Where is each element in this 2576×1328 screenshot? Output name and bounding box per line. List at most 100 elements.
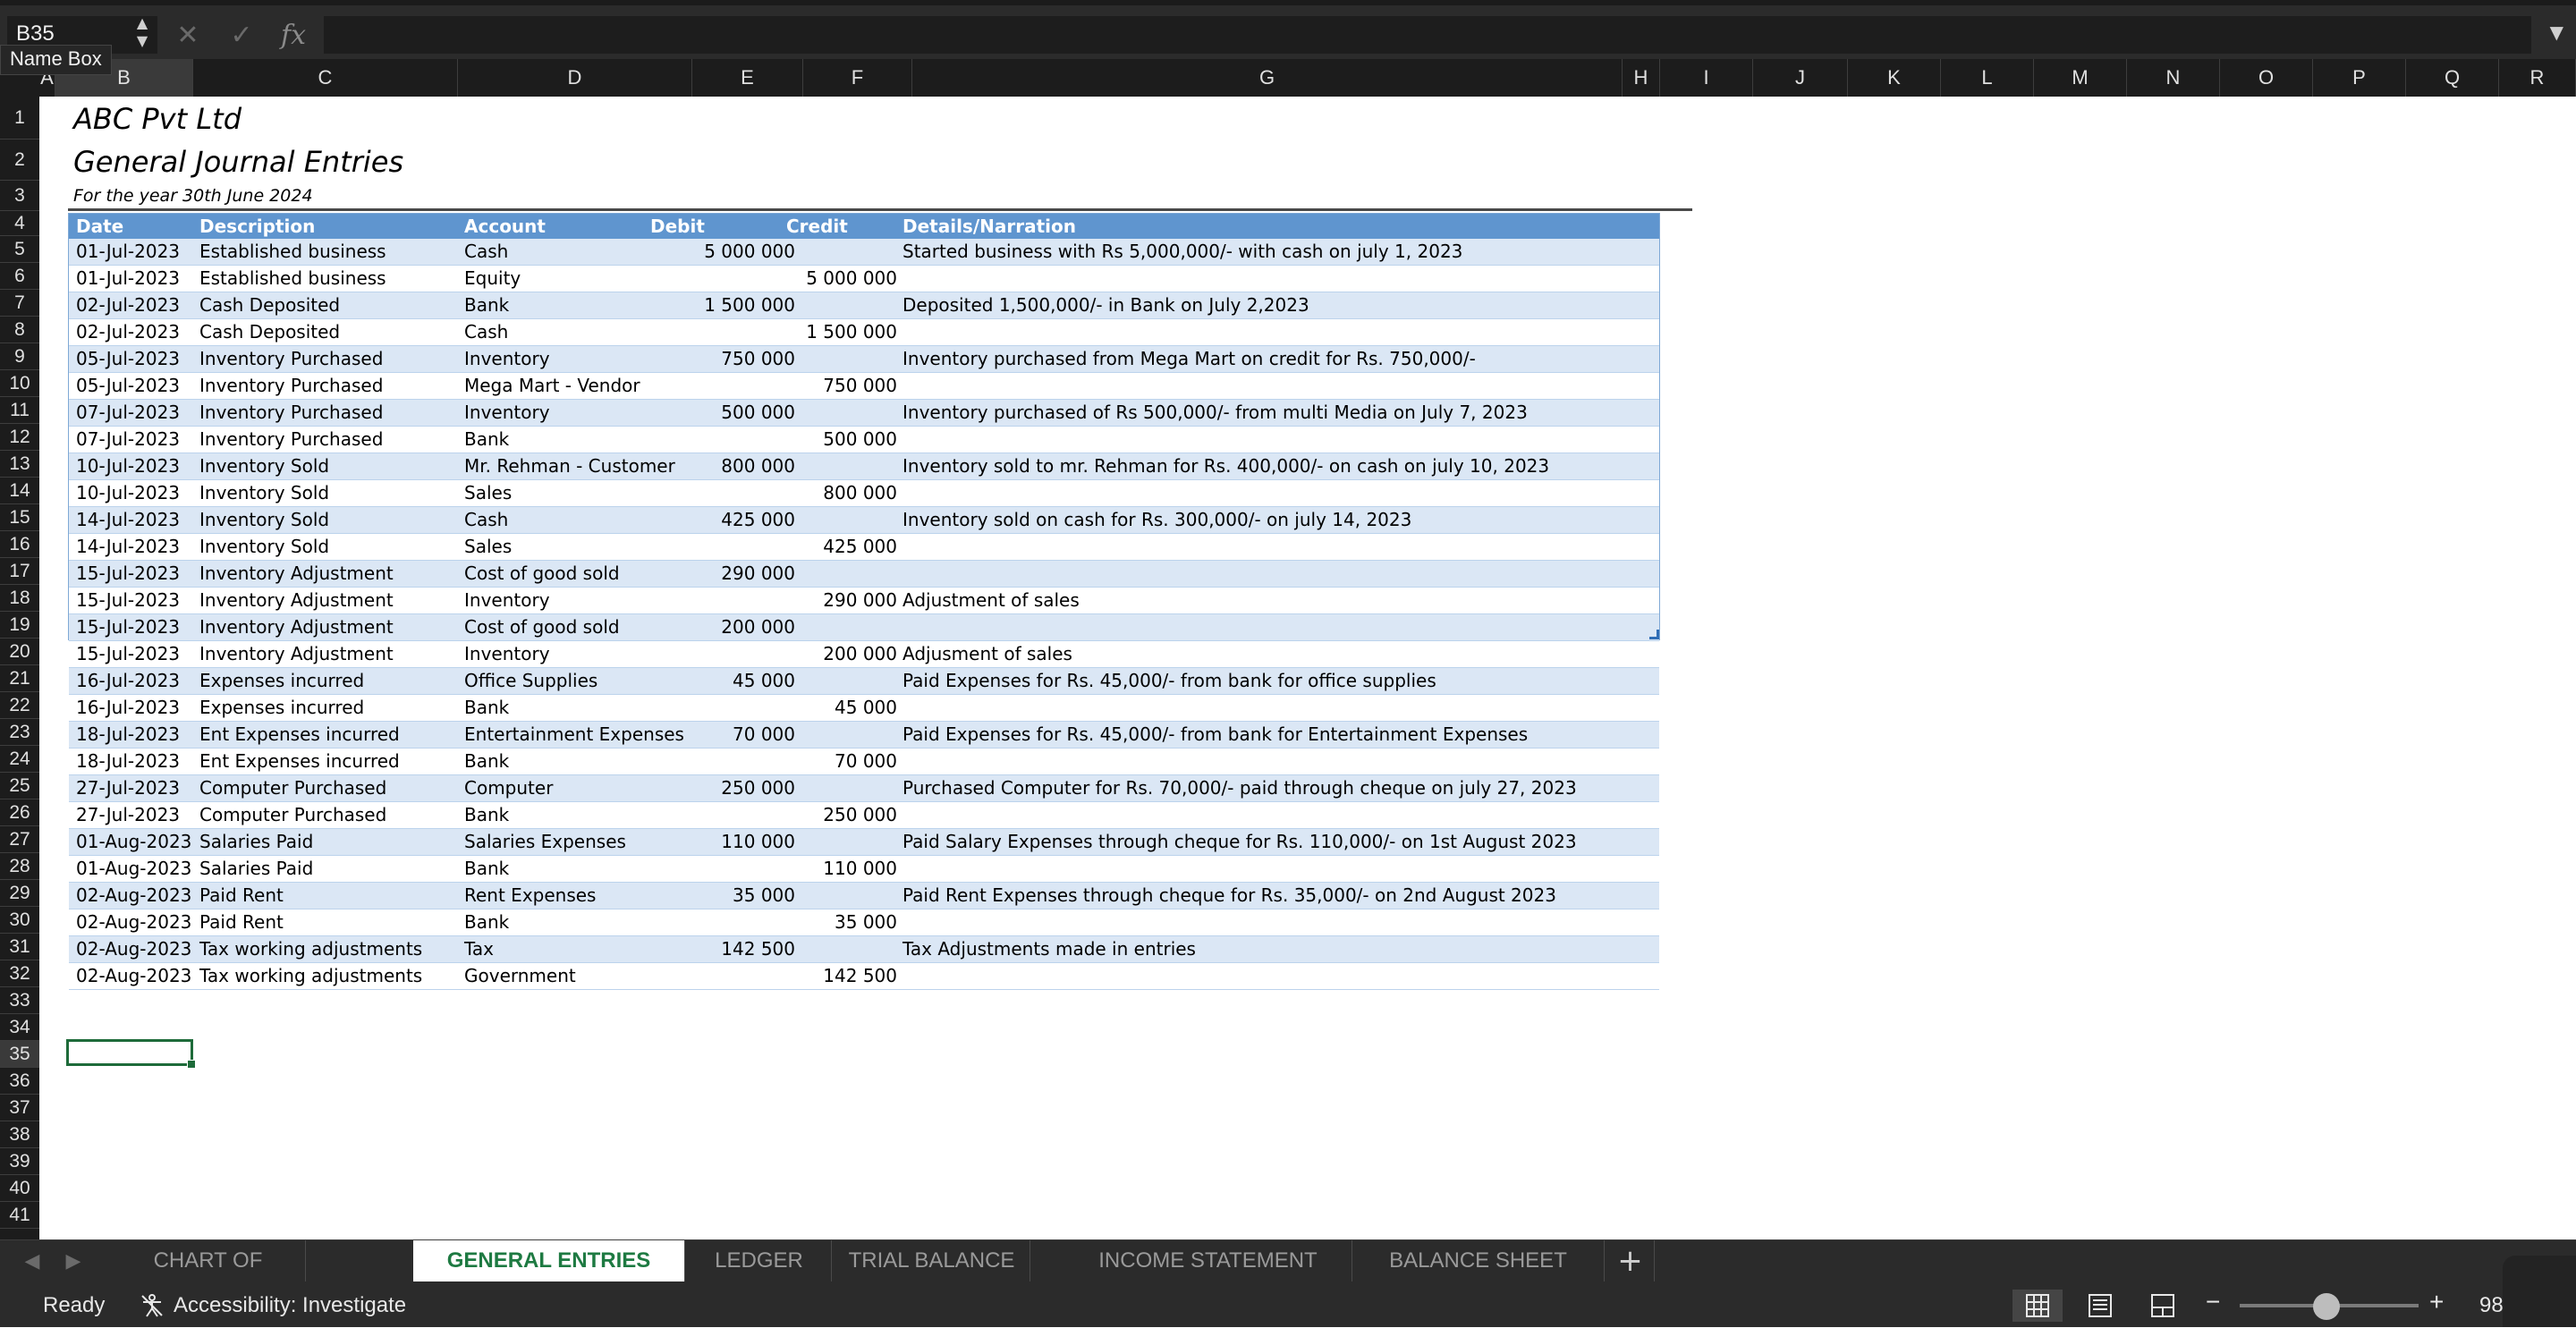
column-header-m[interactable]: M [2034, 59, 2127, 97]
cell-date[interactable]: 15-Jul-2023 [76, 614, 192, 640]
cell-credit[interactable]: 5 000 000 [786, 266, 897, 292]
cell-narration[interactable]: Adjusment of sales [902, 641, 1645, 667]
cell-narration[interactable]: Paid Expenses for Rs. 45,000/- from bank… [902, 668, 1645, 694]
cell-credit[interactable]: 110 000 [786, 856, 897, 882]
cell-date[interactable]: 15-Jul-2023 [76, 561, 192, 587]
cell-description[interactable]: Inventory Sold [199, 453, 468, 479]
tab-income-statement[interactable]: INCOME STATEMENT [1064, 1240, 1352, 1281]
tab-balance-sheet[interactable]: BALANCE SHEET [1352, 1240, 1605, 1281]
cell-debit[interactable]: 800 000 [650, 453, 795, 479]
cell-description[interactable]: Inventory Sold [199, 480, 468, 506]
cell-date[interactable]: 18-Jul-2023 [76, 722, 192, 748]
zoom-out-button[interactable]: − [2206, 1288, 2220, 1316]
cell-description[interactable]: Inventory Sold [199, 534, 468, 560]
cell-description[interactable]: Inventory Adjustment [199, 561, 468, 587]
cell-date[interactable]: 01-Jul-2023 [76, 266, 192, 292]
cell-date[interactable]: 02-Aug-2023 [76, 883, 192, 909]
row-header-29[interactable]: 29 [0, 880, 39, 907]
cell-date[interactable]: 15-Jul-2023 [76, 641, 192, 667]
cell-narration[interactable]: Inventory sold to mr. Rehman for Rs. 400… [902, 453, 1645, 479]
insert-function-button[interactable]: fx [275, 16, 311, 55]
cell-description[interactable]: Inventory Purchased [199, 400, 468, 426]
header-debit[interactable]: Debit [650, 214, 795, 240]
row-header-41[interactable]: 41 [0, 1202, 39, 1229]
cell-description[interactable]: Salaries Paid [199, 829, 468, 855]
row-header-7[interactable]: 7 [0, 290, 39, 317]
column-header-l[interactable]: L [1941, 59, 2034, 97]
cell-debit[interactable]: 1 500 000 [650, 292, 795, 318]
row-header-40[interactable]: 40 [0, 1175, 39, 1202]
row-header-17[interactable]: 17 [0, 558, 39, 585]
row-header-10[interactable]: 10 [0, 370, 39, 397]
cell-debit[interactable]: 500 000 [650, 400, 795, 426]
row-header-14[interactable]: 14 [0, 478, 39, 504]
cell-narration[interactable]: Inventory sold on cash for Rs. 300,000/-… [902, 507, 1645, 533]
cell-date[interactable]: 02-Aug-2023 [76, 963, 192, 989]
row-header-34[interactable]: 34 [0, 1014, 39, 1041]
cell-narration[interactable]: Paid Rent Expenses through cheque for Rs… [902, 883, 1645, 909]
cell-date[interactable]: 01-Aug-2023 [76, 829, 192, 855]
cell-date[interactable]: 14-Jul-2023 [76, 507, 192, 533]
cell-narration[interactable]: Tax Adjustments made in entries [902, 936, 1645, 962]
cell-description[interactable]: Established business [199, 266, 468, 292]
cell-description[interactable]: Inventory Purchased [199, 373, 468, 399]
cell-debit[interactable]: 142 500 [650, 936, 795, 962]
cell-date[interactable]: 01-Aug-2023 [76, 856, 192, 882]
cell-date[interactable]: 27-Jul-2023 [76, 775, 192, 801]
row-header-1[interactable]: 1 [0, 97, 39, 140]
row-header-36[interactable]: 36 [0, 1068, 39, 1095]
cell-date[interactable]: 27-Jul-2023 [76, 802, 192, 828]
cell-credit[interactable]: 70 000 [786, 749, 897, 774]
row-header-15[interactable]: 15 [0, 504, 39, 531]
cell-account[interactable]: Bank [464, 749, 688, 774]
cell-credit[interactable]: 35 000 [786, 909, 897, 935]
cell-description[interactable]: Ent Expenses incurred [199, 749, 468, 774]
row-header-24[interactable]: 24 [0, 746, 39, 773]
page-break-view-button[interactable] [2138, 1290, 2188, 1322]
row-header-6[interactable]: 6 [0, 263, 39, 290]
cell-credit[interactable]: 500 000 [786, 427, 897, 453]
column-header-q[interactable]: Q [2406, 59, 2499, 97]
cell-debit[interactable]: 750 000 [650, 346, 795, 372]
cell-description[interactable]: Salaries Paid [199, 856, 468, 882]
cell-credit[interactable]: 142 500 [786, 963, 897, 989]
row-header-37[interactable]: 37 [0, 1095, 39, 1121]
row-header-19[interactable]: 19 [0, 612, 39, 639]
column-header-d[interactable]: D [458, 59, 692, 97]
cell-description[interactable]: Computer Purchased [199, 802, 468, 828]
column-header-o[interactable]: O [2220, 59, 2313, 97]
cell-account[interactable]: Bank [464, 695, 688, 721]
row-header-23[interactable]: 23 [0, 719, 39, 746]
cell-credit[interactable]: 45 000 [786, 695, 897, 721]
cell-account[interactable]: Inventory [464, 641, 688, 667]
row-header-39[interactable]: 39 [0, 1148, 39, 1175]
cell-narration[interactable]: Paid Salary Expenses through cheque for … [902, 829, 1645, 855]
header-narration[interactable]: Details/Narration [902, 214, 1645, 240]
row-header-16[interactable]: 16 [0, 531, 39, 558]
cell-description[interactable]: Cash Deposited [199, 292, 468, 318]
cell-description[interactable]: Inventory Purchased [199, 427, 468, 453]
formula-input[interactable] [324, 16, 2531, 54]
cell-credit[interactable]: 290 000 [786, 588, 897, 613]
cell-description[interactable]: Expenses incurred [199, 668, 468, 694]
tab-general-entries[interactable]: GENERAL ENTRIES [413, 1240, 685, 1281]
sheet-title[interactable]: General Journal Entries [73, 145, 403, 179]
cell-date[interactable]: 05-Jul-2023 [76, 373, 192, 399]
column-header-e[interactable]: E [692, 59, 803, 97]
worksheet-grid[interactable]: ABC Pvt Ltd General Journal Entries For … [39, 97, 2576, 1239]
column-header-h[interactable]: H [1623, 59, 1660, 97]
row-header-26[interactable]: 26 [0, 799, 39, 826]
cell-narration[interactable]: Adjustment of sales [902, 588, 1645, 613]
cell-description[interactable]: Inventory Adjustment [199, 641, 468, 667]
cell-date[interactable]: 10-Jul-2023 [76, 453, 192, 479]
cell-date[interactable]: 02-Jul-2023 [76, 292, 192, 318]
formula-expand-icon[interactable]: ▼ [2550, 21, 2563, 43]
cell-date[interactable]: 07-Jul-2023 [76, 427, 192, 453]
row-header-21[interactable]: 21 [0, 665, 39, 692]
cell-narration[interactable]: Inventory purchased from Mega Mart on cr… [902, 346, 1645, 372]
normal-view-button[interactable] [2012, 1290, 2063, 1322]
cell-narration[interactable]: Inventory purchased of Rs 500,000/- from… [902, 400, 1645, 426]
page-layout-view-button[interactable] [2075, 1290, 2125, 1322]
cell-date[interactable]: 16-Jul-2023 [76, 668, 192, 694]
tab-scroll-right-icon[interactable]: ▶ [55, 1240, 91, 1283]
